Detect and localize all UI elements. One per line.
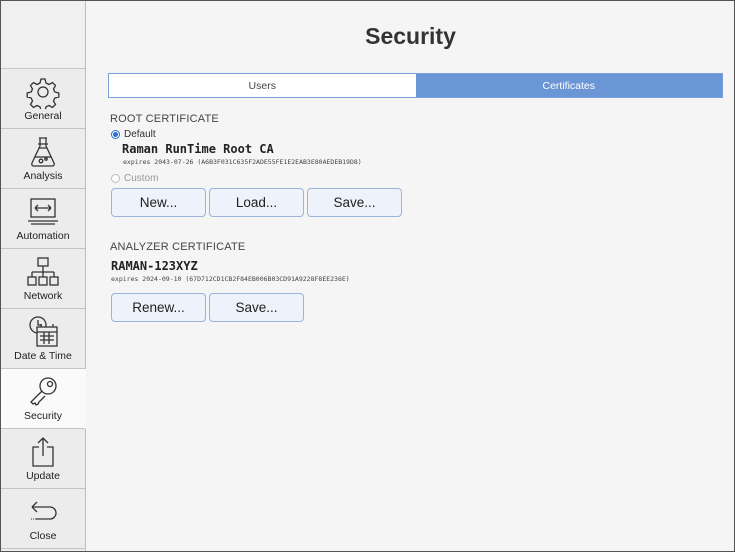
- page-title: Security: [365, 23, 456, 49]
- settings-window: General Analysis Automation Network Date…: [0, 0, 735, 552]
- analyzer-save-button[interactable]: Save...: [209, 293, 304, 322]
- sidebar-item-label: General: [24, 110, 62, 122]
- sidebar-item-close[interactable]: Close: [1, 489, 85, 549]
- main-panel: Security Users Certificates ROOT CERTIFI…: [87, 1, 734, 551]
- custom-radio-label: Custom: [124, 173, 159, 184]
- tab-certificates[interactable]: Certificates: [415, 74, 722, 97]
- root-save-button[interactable]: Save...: [307, 188, 402, 217]
- gear-icon: [26, 78, 60, 109]
- radio-unselected-indicator: [111, 174, 120, 183]
- root-certificate-heading: ROOT CERTIFICATE: [110, 113, 219, 125]
- sidebar-item-network[interactable]: Network: [1, 249, 85, 309]
- sidebar-item-general[interactable]: General: [1, 69, 85, 129]
- sidebar-item-label: Security: [24, 410, 62, 422]
- network-icon: [27, 257, 59, 286]
- sidebar-item-label: Analysis: [23, 170, 63, 182]
- radio-selected-indicator: [111, 130, 120, 139]
- sidebar-item-automation[interactable]: Automation: [1, 189, 85, 249]
- new-button[interactable]: New...: [111, 188, 206, 217]
- default-radio[interactable]: Default: [111, 129, 156, 140]
- key-icon: [30, 377, 57, 406]
- tab-users[interactable]: Users: [109, 74, 416, 97]
- sidebar-item-label: Update: [26, 470, 60, 482]
- analyzer-certificate-name: RAMAN-123XYZ: [111, 259, 198, 273]
- custom-radio[interactable]: Custom: [111, 173, 158, 184]
- sidebar-item-analysis[interactable]: Analysis: [1, 129, 85, 189]
- sidebar-item-label: Network: [23, 290, 63, 302]
- sidebar-item-label: Date & Time: [14, 350, 72, 362]
- sidebar-header: [1, 1, 85, 69]
- root-certificate-name: Raman RunTime Root CA: [122, 142, 274, 156]
- default-radio-label: Default: [124, 129, 156, 140]
- sidebar-item-label: Automation: [16, 230, 70, 242]
- sidebar-item-date-time[interactable]: Date & Time: [1, 309, 85, 369]
- sidebar-item-update[interactable]: Update: [1, 429, 85, 489]
- tab-bar: Users Certificates: [108, 73, 723, 98]
- load-button[interactable]: Load...: [209, 188, 304, 217]
- upload-icon: [32, 437, 54, 467]
- monitor-arrows-icon: [28, 198, 58, 225]
- sidebar: General Analysis Automation Network Date…: [1, 1, 86, 551]
- sidebar-item-security[interactable]: Security: [1, 369, 86, 429]
- analyzer-certificate-heading: ANALYZER CERTIFICATE: [110, 241, 246, 253]
- sidebar-item-label: Close: [29, 530, 57, 542]
- calendar-clock-icon: [29, 316, 58, 347]
- root-certificate-expiry: expires 2043-07-26 (A6B3F031C635F2ADE55F…: [123, 158, 362, 166]
- analyzer-certificate-expiry: expires 2024-09-10 (67D712CD1CB2F84EB006…: [111, 275, 350, 283]
- flask-icon: [31, 137, 55, 167]
- renew-button[interactable]: Renew...: [111, 293, 206, 322]
- return-icon: [31, 501, 57, 520]
